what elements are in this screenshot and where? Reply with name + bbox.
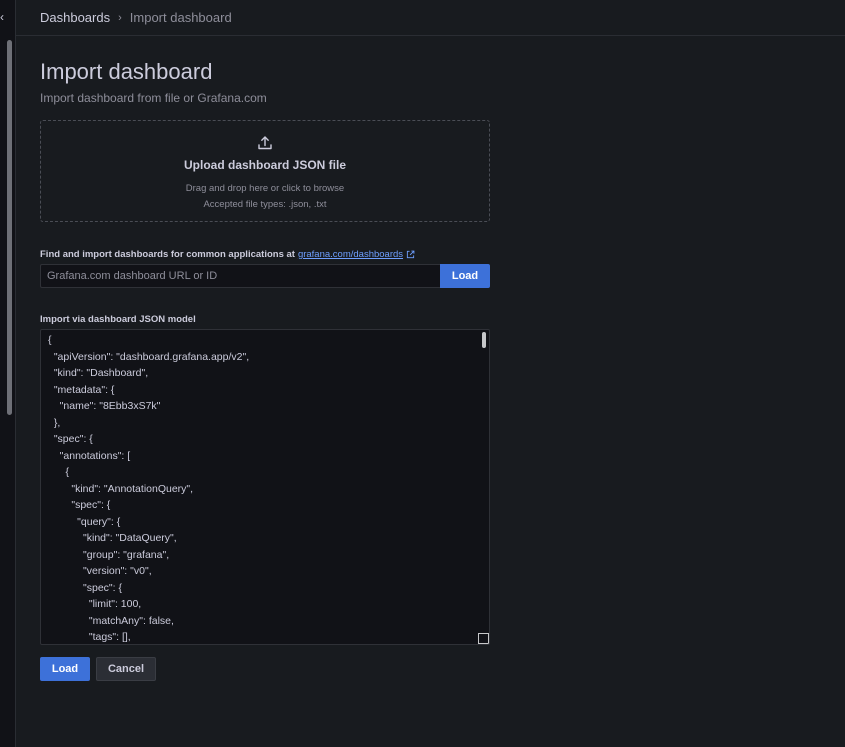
json-model-content[interactable]: { "apiVersion": "dashboard.grafana.app/v… (48, 332, 249, 644)
textarea-resize-handle-icon[interactable] (478, 633, 489, 644)
grafana-com-url-row: Load (40, 264, 490, 288)
grafana-com-load-button[interactable]: Load (440, 264, 490, 288)
breadcrumb-separator-icon: › (118, 11, 122, 24)
external-link-icon[interactable] (406, 250, 415, 259)
grafana-com-label: Find and import dashboards for common ap… (40, 249, 490, 260)
side-menu-strip: ‹ (0, 0, 16, 747)
upload-icon (258, 136, 272, 150)
breadcrumb-current: Import dashboard (129, 10, 232, 25)
page-title: Import dashboard (40, 59, 213, 84)
breadcrumb-dashboards-link[interactable]: Dashboards (40, 10, 110, 25)
upload-accepted-types: Accepted file types: .json, .txt (203, 199, 327, 210)
collapse-menu-icon[interactable]: ‹ (0, 10, 4, 24)
grafana-com-url-input[interactable] (40, 264, 440, 288)
load-button[interactable]: Load (40, 657, 90, 681)
json-model-label: Import via dashboard JSON model (40, 314, 196, 325)
upload-dropzone[interactable]: Upload dashboard JSON file Drag and drop… (40, 120, 490, 222)
json-model-textarea[interactable]: { "apiVersion": "dashboard.grafana.app/v… (40, 329, 490, 645)
page-subtitle: Import dashboard from file or Grafana.co… (40, 91, 267, 105)
cancel-button[interactable]: Cancel (96, 657, 156, 681)
grafana-com-label-text: Find and import dashboards for common ap… (40, 249, 295, 260)
breadcrumb: Dashboards › Import dashboard (16, 0, 845, 36)
import-dashboard-page: Import dashboard Import dashboard from f… (40, 36, 490, 681)
upload-title: Upload dashboard JSON file (183, 158, 347, 172)
json-model-scrollbar[interactable] (482, 332, 486, 348)
side-menu-scrollbar[interactable] (7, 40, 12, 415)
upload-hint: Drag and drop here or click to browse (185, 183, 345, 194)
grafana-com-dashboards-link[interactable]: grafana.com/dashboards (298, 249, 403, 260)
form-actions: Load Cancel (40, 657, 490, 681)
